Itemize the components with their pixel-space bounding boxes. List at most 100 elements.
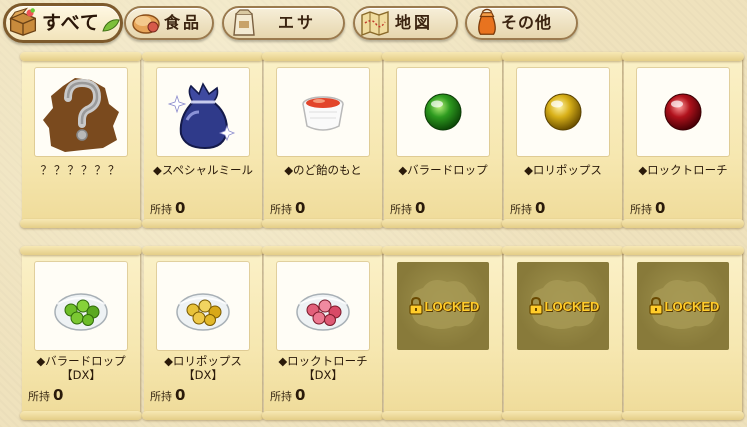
scroll-roll-bottom bbox=[20, 219, 142, 228]
item-name: ◆バラードロップ bbox=[398, 163, 488, 177]
locked-text: LOCKED bbox=[544, 298, 600, 314]
item-name: ◆ロックトローチ bbox=[638, 163, 728, 177]
tab-other-label: その他 bbox=[501, 13, 553, 32]
sack-icon bbox=[167, 82, 236, 150]
owned-label: 所持 bbox=[270, 390, 292, 403]
item-image-frame bbox=[397, 68, 489, 156]
item-card[interactable]: ◆ロックトローチ 所持 0 bbox=[622, 52, 744, 228]
padlock-icon bbox=[408, 297, 423, 315]
bread-icon bbox=[132, 14, 160, 34]
feed-bag-icon bbox=[233, 9, 255, 36]
item-card[interactable]: ◆バラードロップ 所持 0 bbox=[382, 52, 504, 228]
scroll-roll-bottom bbox=[622, 219, 744, 228]
item-image-frame bbox=[157, 262, 249, 350]
scroll-roll-bottom bbox=[142, 219, 264, 228]
owned-count: 所持 0 bbox=[630, 199, 665, 217]
owned-label: 所持 bbox=[390, 203, 412, 216]
item-name: ◆ロックトローチ 【DX】 bbox=[278, 354, 368, 382]
item-name: ◆バラードロップ 【DX】 bbox=[36, 354, 126, 382]
tab-food-label: 食品 bbox=[164, 13, 203, 32]
leaf-icon bbox=[102, 19, 120, 32]
locked-text: LOCKED bbox=[664, 298, 720, 314]
owned-label: 所持 bbox=[510, 203, 532, 216]
scroll-roll-top bbox=[502, 246, 624, 255]
scroll-roll-bottom bbox=[382, 411, 504, 420]
owned-value: 0 bbox=[295, 386, 306, 404]
scroll-roll-bottom bbox=[502, 219, 624, 228]
pouch-icon bbox=[478, 8, 496, 35]
tab-feed[interactable]: エサ bbox=[222, 6, 345, 40]
owned-value: 0 bbox=[175, 386, 186, 404]
item-card[interactable]: ◆ロリポップス 所持 0 bbox=[502, 52, 624, 228]
item-image-frame bbox=[277, 262, 369, 350]
item-image-frame bbox=[35, 262, 127, 350]
owned-value: 0 bbox=[295, 199, 306, 217]
item-image-frame bbox=[277, 68, 369, 156]
scroll-roll-bottom bbox=[262, 411, 384, 420]
cup-icon bbox=[302, 96, 344, 131]
owned-label: 所持 bbox=[150, 390, 172, 403]
item-image-frame bbox=[157, 68, 249, 156]
yellow-candy-bowl-icon bbox=[176, 293, 230, 331]
green-candy-bowl-icon bbox=[54, 293, 108, 331]
tab-other[interactable]: その他 bbox=[465, 6, 578, 40]
scroll-roll-top bbox=[20, 246, 142, 255]
owned-count: 所持 0 bbox=[28, 386, 63, 404]
owned-value: 0 bbox=[655, 199, 666, 217]
tab-all[interactable]: すべて bbox=[3, 3, 123, 43]
scroll-roll-bottom bbox=[382, 219, 504, 228]
item-name: ◆ロリポップス 【DX】 bbox=[164, 354, 242, 382]
item-card[interactable]: ？？？？？？ bbox=[20, 52, 142, 228]
owned-label: 所持 bbox=[630, 203, 652, 216]
owned-count: 所持 0 bbox=[150, 386, 185, 404]
scroll-roll-bottom bbox=[502, 411, 624, 420]
tab-all-label: すべて bbox=[42, 12, 100, 34]
question-mark-icon bbox=[43, 78, 119, 152]
item-card[interactable]: ◆ロックトローチ 【DX】 所持 0 bbox=[262, 246, 384, 420]
item-card[interactable]: ◆スペシャルミール 所持 0 bbox=[142, 52, 264, 228]
item-card[interactable]: ◆ロリポップス 【DX】 所持 0 bbox=[142, 246, 264, 420]
scroll-roll-top bbox=[382, 246, 504, 255]
tab-map[interactable]: 地図 bbox=[353, 6, 458, 40]
scroll-roll-top bbox=[20, 52, 142, 61]
owned-label: 所持 bbox=[28, 390, 50, 403]
owned-value: 0 bbox=[535, 199, 546, 217]
scroll-roll-top bbox=[142, 246, 264, 255]
item-name: ◆のど飴のもと bbox=[284, 163, 362, 177]
tab-map-label: 地図 bbox=[395, 13, 434, 32]
category-tab-bar: すべて 食品 エサ 地図 その他 bbox=[0, 0, 747, 46]
scroll-roll-top bbox=[502, 52, 624, 61]
item-image-frame bbox=[35, 68, 127, 156]
scroll-roll-top bbox=[262, 246, 384, 255]
owned-value: 0 bbox=[53, 386, 64, 404]
locked-label: LOCKED bbox=[401, 295, 487, 317]
owned-value: 0 bbox=[415, 199, 426, 217]
locked-image-frame: LOCKED bbox=[397, 262, 489, 350]
scroll-roll-top bbox=[622, 246, 744, 255]
item-card[interactable]: ◆のど飴のもと 所持 0 bbox=[262, 52, 384, 228]
item-image-frame bbox=[517, 68, 609, 156]
scroll-roll-top bbox=[142, 52, 264, 61]
green-orb-icon bbox=[424, 93, 462, 131]
scroll-roll-top bbox=[622, 52, 744, 61]
owned-count: 所持 0 bbox=[390, 199, 425, 217]
owned-label: 所持 bbox=[270, 203, 292, 216]
scroll-roll-top bbox=[382, 52, 504, 61]
tab-food[interactable]: 食品 bbox=[124, 6, 214, 40]
item-name: ◆スペシャルミール bbox=[152, 163, 254, 177]
padlock-icon bbox=[648, 297, 663, 315]
owned-label: 所持 bbox=[150, 203, 172, 216]
owned-value: 0 bbox=[175, 199, 186, 217]
scroll-roll-bottom bbox=[262, 219, 384, 228]
locked-label: LOCKED bbox=[521, 295, 607, 317]
owned-count: 所持 0 bbox=[270, 386, 305, 404]
map-icon bbox=[361, 11, 389, 37]
item-card[interactable]: ◆バラードロップ 【DX】 所持 0 bbox=[20, 246, 142, 420]
locked-card: LOCKED bbox=[502, 246, 624, 420]
box-icon bbox=[9, 7, 37, 36]
locked-text: LOCKED bbox=[424, 298, 480, 314]
item-image-frame bbox=[637, 68, 729, 156]
yellow-orb-icon bbox=[544, 93, 582, 131]
locked-image-frame: LOCKED bbox=[637, 262, 729, 350]
scroll-roll-bottom bbox=[20, 411, 142, 420]
